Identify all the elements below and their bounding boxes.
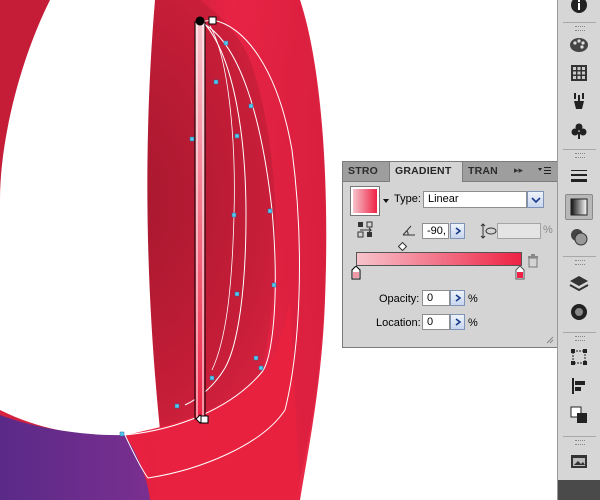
angle-stepper-button[interactable] [450,223,465,239]
chevron-down-icon [530,196,541,203]
symbols-panel-button[interactable] [565,118,593,144]
links-panel-button[interactable] [565,448,593,474]
gradient-panel: STRO GRADIENT TRAN ▸▸ Type: Linear -90, [342,161,558,348]
gradient-panel-button[interactable] [565,194,593,220]
swatch-dropdown-arrow[interactable] [382,196,390,206]
location-value: 0 [427,316,434,328]
align-panel-button[interactable] [565,344,593,370]
brushes-icon [574,93,584,109]
opacity-value: 0 [427,292,434,304]
brushes-panel-button[interactable] [565,88,593,114]
panel-dock [557,0,600,500]
appearance-panel-button[interactable] [565,299,593,325]
gradient-slider-bar[interactable] [356,252,522,266]
location-input[interactable]: 0 [422,314,450,330]
chevron-right-icon [455,318,461,326]
gradient-type-value: Linear [428,193,459,205]
gradient-icon [570,198,588,216]
angle-value: -90, [427,225,446,237]
gradient-stop-left[interactable] [351,265,361,280]
location-label: Location: [376,317,421,329]
gradient-end-handle-square [208,16,217,25]
location-stepper-button[interactable] [450,314,465,330]
color-palette-icon [570,38,588,52]
swatches-panel-button[interactable] [565,60,593,86]
align-objects-button[interactable] [565,373,593,399]
tab-gradient[interactable]: GRADIENT [389,162,463,182]
links-icon [571,455,587,468]
pathfinder-icon [570,406,587,423]
color-panel-button[interactable] [565,32,593,58]
appearance-icon [571,304,587,320]
location-unit: % [468,317,478,329]
delete-stop-icon[interactable] [527,254,539,268]
opacity-unit: % [468,293,478,305]
type-dropdown-button[interactable] [527,191,544,208]
layers-panel-button[interactable] [565,270,593,296]
transparency-panel-button[interactable] [565,224,593,250]
panel-resize-grip[interactable] [544,334,554,344]
gradient-start-handle [195,16,205,26]
panel-collapse-icon[interactable]: ▸▸ [514,165,528,177]
gradient-preview-swatch[interactable] [350,186,380,216]
gradient-stop-right[interactable] [515,265,525,280]
reverse-gradient-icon[interactable] [357,220,375,238]
type-label: Type: [394,193,421,205]
aspect-ratio-icon [479,222,497,240]
opacity-label: Opacity: [379,293,420,305]
tab-stroke[interactable]: STRO [343,162,390,181]
dock-footer [558,480,600,500]
transform-icon [571,349,587,365]
symbols-icon [571,123,587,139]
gradient-midpoint-diamond[interactable] [397,241,408,252]
transparency-icon [571,229,588,246]
gradient-type-select[interactable]: Linear [423,191,527,208]
panel-tab-bar: STRO GRADIENT TRAN ▸▸ [343,162,557,182]
aspect-ratio-unit: % [543,224,553,236]
tab-transparency[interactable]: TRAN [463,162,498,181]
swatches-icon [571,65,587,81]
angle-input[interactable]: -90, [422,223,449,239]
align-icon [572,378,585,394]
opacity-stepper-button[interactable] [450,290,465,306]
chevron-right-icon [455,227,461,235]
panel-menu-icon[interactable] [536,164,552,178]
angle-icon [402,224,416,236]
info-icon [571,0,587,13]
aspect-ratio-input[interactable] [497,223,541,239]
layers-icon [569,276,589,292]
info-panel-button[interactable] [565,0,593,18]
pathfinder-panel-button[interactable] [565,402,593,428]
stroke-panel-button[interactable] [565,164,593,190]
opacity-input[interactable]: 0 [422,290,450,306]
stroke-icon [571,170,587,182]
ribbon-purple-fold [0,415,150,500]
chevron-right-icon [455,294,461,302]
